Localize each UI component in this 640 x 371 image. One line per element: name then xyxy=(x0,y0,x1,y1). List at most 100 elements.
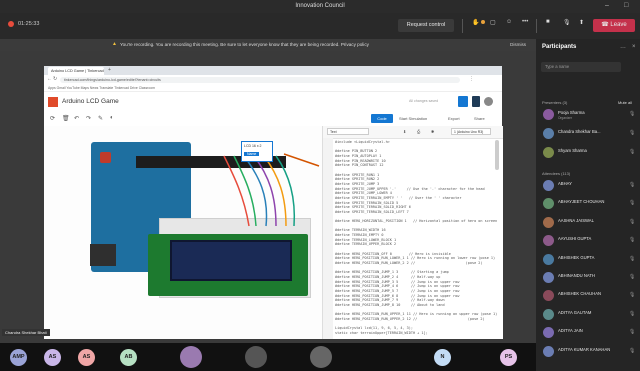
participant-row[interactable]: AASHNA JAISWAL 🎙 xyxy=(536,215,640,233)
participant-name: AASHNA JAISWAL xyxy=(558,217,594,223)
popup-title: LCD 16 x 2 xyxy=(244,144,262,148)
participant-row[interactable]: ABHISHEK GUPTA 🎙 xyxy=(536,252,640,270)
presenters-section-label[interactable]: Presenters (3) xyxy=(542,100,567,105)
download-icon[interactable]: ⬇ xyxy=(403,129,406,134)
participant-name: Pooja Sharma xyxy=(558,110,585,115)
participant-name: Shyam Sharma xyxy=(558,148,587,153)
more-icon[interactable]: … xyxy=(620,44,626,50)
raise-hand-icon[interactable]: ✋ xyxy=(472,19,479,26)
avatar xyxy=(543,308,554,320)
participant-video-tile[interactable] xyxy=(180,346,202,368)
participant-row[interactable]: ADITYA KUMAR KANAHAN 🎙 xyxy=(536,344,640,362)
code-scrollbar[interactable] xyxy=(495,140,499,170)
mic-muted-icon: 🎙 xyxy=(629,149,636,155)
participant-row[interactable]: Chandra Shekhar Ba... 🎙 xyxy=(536,126,640,145)
code-panel-header: Text ⬇ ⎙ ✱ 1 (Arduino Uno R3) xyxy=(323,126,503,139)
participant-name: ABHAYJEET CHOUHAN xyxy=(558,199,605,205)
camera-icon[interactable]: ■ xyxy=(546,19,550,25)
recording-icon xyxy=(8,21,14,27)
restore-icon[interactable]: □ xyxy=(624,2,628,9)
leave-label: Leave xyxy=(610,22,627,28)
participant-video-tile[interactable]: AS xyxy=(78,349,95,366)
participant-name: Chandra Shekhar Ba... xyxy=(558,129,601,134)
avatar xyxy=(543,109,554,120)
participant-row[interactable]: ADITYA JAIN 🎙 xyxy=(536,325,640,343)
participant-role: Organizer xyxy=(558,116,572,120)
share-screen-icon[interactable]: ⬆ xyxy=(579,19,584,26)
toolbar-divider xyxy=(462,19,463,33)
video-strip: AMP AS AS AB N PS xyxy=(0,343,536,371)
participant-video-tile[interactable]: AMP xyxy=(10,349,27,366)
line-number-gutter xyxy=(323,138,333,339)
mic-muted-icon: 🎙 xyxy=(629,237,636,244)
recording-banner-text: You're recording. You are recording this… xyxy=(120,42,369,47)
avatar xyxy=(543,128,554,139)
mic-muted-icon: 🎙 xyxy=(629,111,636,117)
mute-all-button[interactable]: Mute all xyxy=(618,100,632,105)
dismiss-button[interactable]: Dismiss xyxy=(510,42,526,47)
request-control-button[interactable]: Request control xyxy=(398,19,454,32)
avatar xyxy=(543,290,554,302)
code-editor[interactable]: #include <LiquidCrystal.h> #define PIN_B… xyxy=(335,140,499,336)
avatar xyxy=(543,327,554,339)
avatar xyxy=(543,180,554,191)
participant-row[interactable]: Pooja Sharma Organizer 🎙 xyxy=(536,107,640,126)
avatar xyxy=(543,253,554,265)
mic-muted-icon: 🎙 xyxy=(629,274,636,280)
shared-screen: Arduino LCD Game | Tinkercad + ← ↻ tinke… xyxy=(0,51,536,343)
participant-video-tile[interactable]: N xyxy=(434,349,451,366)
mic-muted-icon: 🎙 xyxy=(629,200,636,207)
minimize-icon[interactable]: – xyxy=(605,2,609,9)
participant-video-tile[interactable]: AS xyxy=(44,349,61,366)
participant-row[interactable]: ABHAYJEET CHOUHAN 🎙 xyxy=(536,196,640,214)
mic-muted-icon: 🎙 xyxy=(629,255,636,262)
code-line: #define HERO_POSITION_RUN_UPPER_2 12 // … xyxy=(335,316,485,321)
avatar xyxy=(543,147,554,158)
code-mode-select[interactable]: Text xyxy=(327,128,369,135)
wire-purple xyxy=(253,155,277,227)
avatar xyxy=(543,198,554,210)
participant-name: AAYUSHI GUPTA xyxy=(558,236,592,242)
popup-name-field[interactable]: Name xyxy=(244,152,260,156)
more-options-icon[interactable]: ••• xyxy=(522,19,528,25)
wire-red xyxy=(223,155,250,227)
print-icon[interactable]: ⎙ xyxy=(417,129,420,134)
participant-name: ADITYA JAIN xyxy=(558,328,583,334)
wire-green xyxy=(233,155,257,227)
mic-muted-icon: 🎙 xyxy=(629,130,636,136)
library-select[interactable]: 1 (Arduino Uno R3) xyxy=(451,128,491,135)
wire-resistor xyxy=(283,153,320,167)
microphone-icon[interactable]: 🎙 xyxy=(563,19,571,26)
participant-search-input[interactable]: Type a name xyxy=(541,62,621,72)
participant-row[interactable]: AAYUSHI GUPTA 🎙 xyxy=(536,233,640,251)
participants-panel: Participants … × Type a name Presenters … xyxy=(536,39,640,371)
warning-icon: ▲ xyxy=(112,41,117,47)
participant-row[interactable]: Shyam Sharma 🎙 xyxy=(536,145,640,164)
toolbar-divider-2 xyxy=(536,19,537,33)
code-panel: Text ⬇ ⎙ ✱ 1 (Arduino Uno R3) #include <… xyxy=(322,126,503,339)
meeting-timer: 01:25:33 xyxy=(18,21,40,27)
recording-banner: ▲ You're recording. You are recording th… xyxy=(0,39,536,51)
participant-video-tile[interactable]: AB xyxy=(120,349,137,366)
participant-row[interactable]: ABHISHEK CHAUHAN 🎙 xyxy=(536,288,640,306)
browser-window: Arduino LCD Game | Tinkercad + ← ↻ tinke… xyxy=(44,66,503,339)
debug-icon[interactable]: ✱ xyxy=(431,129,434,134)
avatar xyxy=(543,345,554,357)
participant-name: ABHISHEK CHAUHAN xyxy=(558,291,602,297)
participant-video-tile[interactable] xyxy=(245,346,267,368)
participant-row[interactable]: ADITYA GAUTAM 🎙 xyxy=(536,307,640,325)
participant-row[interactable]: ABHAY 🎙 xyxy=(536,178,640,196)
participant-video-tile[interactable]: PS xyxy=(500,349,517,366)
meeting-toolbar: 01:25:33 Request control ✋ ▢ ☺ ••• ■ 🎙 ⬆… xyxy=(0,13,640,39)
participant-row[interactable]: ABHINANDU NATH 🎙 xyxy=(536,270,640,288)
chat-icon[interactable]: ▢ xyxy=(490,19,496,26)
mic-muted-icon: 🎙 xyxy=(629,292,636,299)
component-popup[interactable]: LCD 16 x 2 Name xyxy=(241,141,273,162)
attendees-section-label[interactable]: Attendees (113) xyxy=(542,171,570,176)
participant-name: ADITYA GAUTAM xyxy=(558,309,592,315)
code-line: #define HERO_HORIZONTAL_POSITION 1 // Ho… xyxy=(335,219,498,224)
leave-button[interactable]: ☎ Leave xyxy=(593,19,635,32)
close-icon[interactable]: × xyxy=(632,44,636,50)
reactions-icon[interactable]: ☺ xyxy=(506,19,512,25)
participant-video-tile[interactable] xyxy=(310,346,332,368)
